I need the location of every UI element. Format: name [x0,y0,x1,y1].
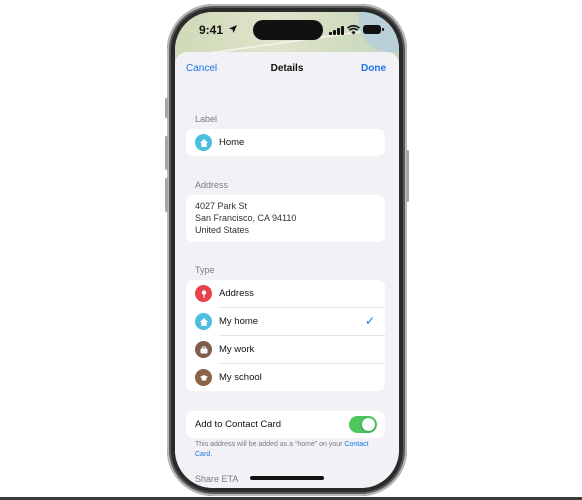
action-button [165,98,168,118]
pin-icon [195,285,212,302]
house-icon [195,134,212,151]
checkmark-icon: ✓ [364,314,375,328]
home-indicator [250,476,324,480]
type-option-label: My home [219,316,259,327]
label-row[interactable]: Home [186,129,385,156]
battery-icon [363,25,384,34]
location-arrow-icon [229,25,237,33]
type-option-label: My work [219,344,255,355]
dynamic-island [253,20,323,40]
type-option-address[interactable]: Address [186,280,385,307]
contact-note-text: This address will be added as a “home” o… [195,441,343,448]
label-value: Home [219,137,245,148]
address-section-header: Address [195,180,229,190]
address-line-2: San Francisco, CA 94110 [195,213,297,223]
wifi-icon [347,25,360,35]
label-card: Home [186,129,385,156]
contact-card-note: This address will be added as a “home” o… [195,440,380,460]
type-option-my-home[interactable]: My home ✓ [186,308,385,335]
type-card: Address My home ✓ My work My school [186,280,385,391]
status-time: 9:41 [199,23,224,37]
cellular-signal-icon [329,26,345,35]
address-line-3: United States [195,225,250,235]
address-line-1: 4027 Park St [195,201,248,211]
contact-card-toggle[interactable] [349,416,377,433]
done-button[interactable]: Done [361,63,386,74]
graduation-cap-icon [195,369,212,386]
type-option-label: My school [219,372,262,383]
label-section-header: Label [195,114,218,124]
type-option-my-school[interactable]: My school [186,364,385,391]
contact-card-label: Add to Contact Card [195,419,282,430]
house-icon [195,313,212,330]
address-card[interactable]: 4027 Park St San Francisco, CA 94110 Uni… [186,195,385,242]
nav-bar: Cancel Details Done [175,52,399,88]
details-sheet: Cancel Details Done Label Home Address 4… [175,52,399,488]
phone-screen: 9:41 Cancel Details Done Label Home Addr… [175,12,399,488]
contact-note-period: . [210,451,213,458]
type-option-my-work[interactable]: My work [186,336,385,363]
type-option-label: Address [219,288,254,299]
status-bar: 9:41 [175,12,399,46]
contact-card-toggle-row: Add to Contact Card [186,411,385,438]
power-button [406,150,409,202]
volume-up-button [165,136,168,170]
share-eta-header: Share ETA [195,474,239,484]
type-section-header: Type [195,265,215,275]
volume-down-button [165,178,168,212]
briefcase-icon [195,341,212,358]
